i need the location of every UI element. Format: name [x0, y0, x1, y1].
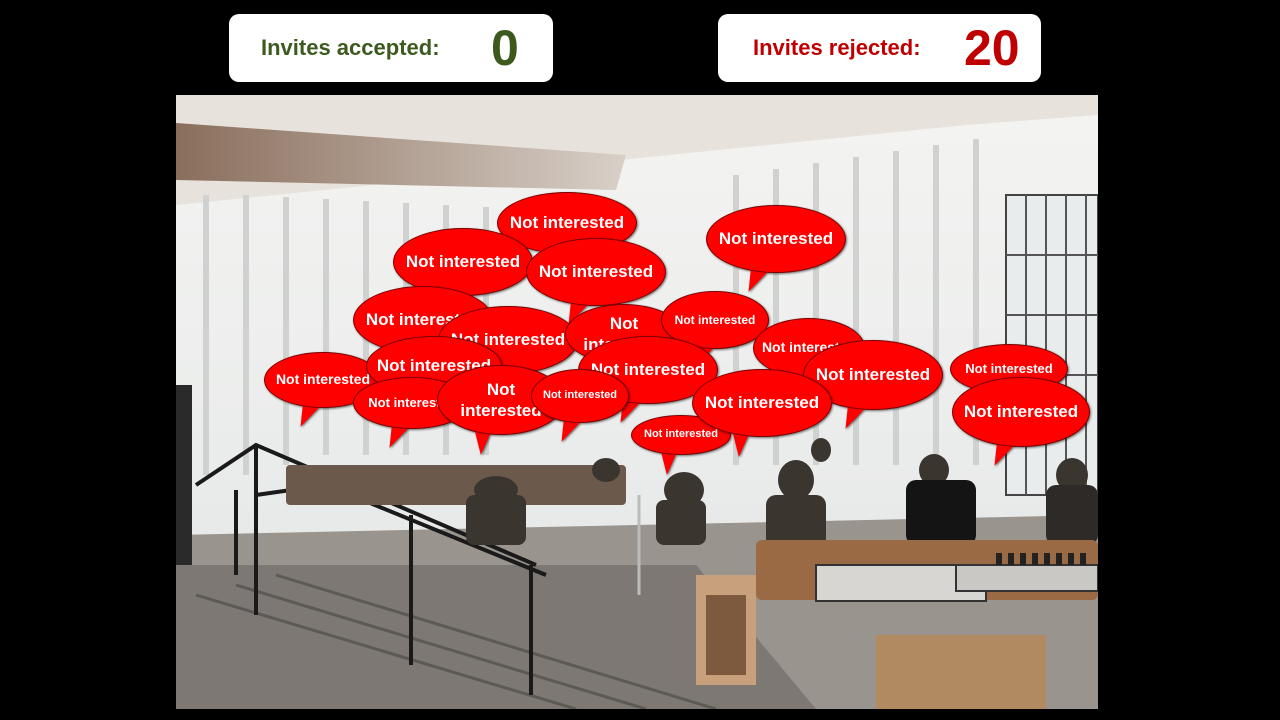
not-interested-speech-bubble: Not interested: [952, 377, 1090, 470]
speech-bubble-text: Not interested: [543, 389, 617, 402]
not-interested-speech-bubble: Not interested: [531, 369, 629, 446]
speech-bubble-text: Not interested: [965, 360, 1053, 376]
speech-bubble-text: Not interested: [718, 229, 834, 249]
not-interested-speech-bubble: Not interested: [692, 369, 832, 458]
speech-bubble-text: Not interested: [405, 252, 521, 272]
invites-rejected-value: 20: [964, 20, 1020, 76]
speech-bubble-text: Not interested: [538, 262, 654, 282]
not-interested-speech-bubble: Not interested: [526, 238, 666, 329]
invites-accepted-counter: Invites accepted: 0: [229, 14, 553, 82]
not-interested-speech-bubble: Not interested: [706, 205, 846, 296]
invites-rejected-counter: Invites rejected: 20: [718, 14, 1041, 82]
speech-bubble-text: Not interested: [704, 393, 820, 413]
speech-bubble-text: Not interested: [963, 402, 1079, 422]
invites-accepted-value: 0: [491, 20, 519, 76]
invites-rejected-label: Invites rejected:: [753, 35, 921, 60]
speech-bubble-text: Not interested: [674, 312, 756, 327]
invites-accepted-label: Invites accepted:: [261, 35, 440, 60]
